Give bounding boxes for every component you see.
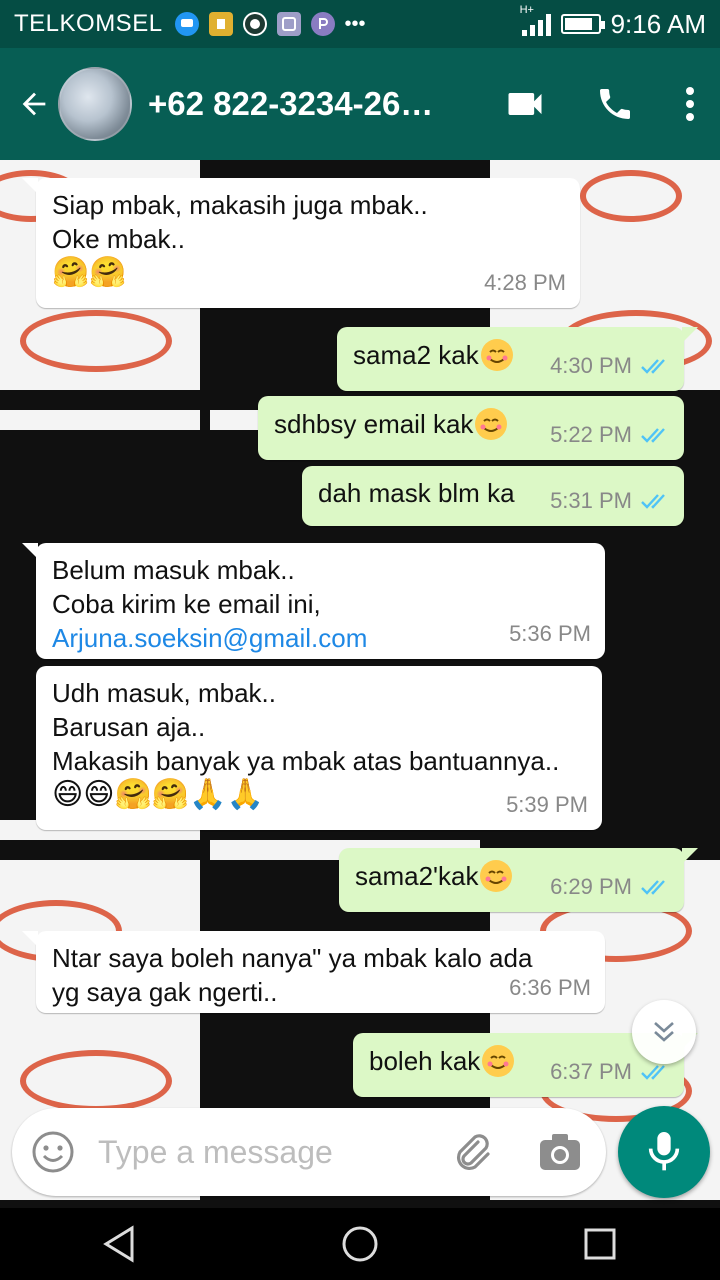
message-time: 6:29 PM bbox=[550, 874, 632, 899]
message-time: 4:30 PM bbox=[550, 353, 632, 378]
more-options-button[interactable] bbox=[660, 48, 720, 160]
double-check-read-icon bbox=[641, 494, 665, 509]
chat-area[interactable]: Siap mbak, makasih juga mbak.. Oke mbak.… bbox=[0, 160, 720, 1208]
camera-icon[interactable] bbox=[536, 1128, 584, 1176]
message-meta: 5:39 PM bbox=[506, 788, 588, 822]
carrier-name: TELKOMSEL bbox=[14, 10, 163, 37]
message-time: 5:22 PM bbox=[550, 422, 632, 447]
message-text: Coba kirim ke email ini, bbox=[52, 589, 321, 619]
smiling-face-icon bbox=[482, 1045, 515, 1077]
message-bubble-outgoing[interactable]: sdhbsy email kak 5:22 PM bbox=[258, 396, 684, 460]
message-meta: 4:30 PM bbox=[550, 349, 670, 383]
message-text: Siap mbak, makasih juga mbak.. bbox=[52, 190, 428, 220]
double-chevron-down-icon bbox=[654, 1022, 674, 1042]
message-time: 4:28 PM bbox=[484, 270, 566, 295]
message-text: sdhbsy email kak bbox=[274, 409, 474, 439]
message-text: Udh masuk, mbak.. bbox=[52, 678, 276, 708]
more-notifications-icon: ••• bbox=[344, 12, 366, 35]
double-check-read-icon bbox=[641, 359, 665, 374]
double-check-read-icon bbox=[641, 1065, 665, 1080]
message-text: Makasih banyak ya mbak atas bantuannya.. bbox=[52, 746, 560, 776]
message-time: 5:36 PM bbox=[509, 621, 591, 646]
more-vert-icon bbox=[686, 87, 694, 121]
message-bubble-incoming[interactable]: Ntar saya boleh nanya" ya mbak kalo ada … bbox=[22, 931, 605, 1013]
microphone-icon bbox=[648, 1132, 680, 1171]
video-call-button[interactable] bbox=[480, 48, 570, 160]
message-bubble-outgoing[interactable]: dah mask blm ka 5:31 PM bbox=[302, 466, 684, 526]
app-notification-icon bbox=[208, 12, 233, 36]
message-meta: 4:28 PM bbox=[484, 266, 566, 300]
message-text: Ntar saya boleh nanya" ya mbak kalo ada bbox=[52, 943, 533, 973]
message-bubble-incoming[interactable]: Siap mbak, makasih juga mbak.. Oke mbak.… bbox=[22, 178, 580, 308]
triangle-back-icon bbox=[103, 1225, 134, 1263]
smiling-face-icon bbox=[480, 339, 513, 371]
message-text: boleh kak bbox=[369, 1046, 481, 1076]
message-meta: 5:36 PM bbox=[509, 617, 591, 651]
battery-icon bbox=[560, 14, 605, 34]
phone-icon bbox=[600, 89, 630, 119]
scroll-to-bottom-button[interactable] bbox=[632, 1000, 696, 1064]
nav-recents-button[interactable] bbox=[560, 1208, 640, 1280]
clock: 9:16 AM bbox=[610, 8, 706, 39]
emoji-icon[interactable] bbox=[30, 1129, 76, 1175]
network-type-label: H+ bbox=[519, 4, 534, 16]
message-text: Oke mbak.. bbox=[52, 224, 185, 254]
message-time: 5:31 PM bbox=[550, 488, 632, 513]
message-bubble-incoming[interactable]: Belum masuk mbak.. Coba kirim ke email i… bbox=[22, 543, 605, 659]
message-text: Belum masuk mbak.. bbox=[52, 555, 295, 585]
message-time: 6:37 PM bbox=[550, 1059, 632, 1084]
arrow-left-icon bbox=[22, 92, 46, 116]
signal-icon: H+ bbox=[520, 4, 551, 36]
message-meta: 5:31 PM bbox=[550, 484, 670, 518]
smiling-face-icon bbox=[475, 408, 508, 440]
wallpaper-swirl bbox=[20, 310, 172, 372]
message-input[interactable] bbox=[96, 1132, 420, 1172]
p-app-notification-icon bbox=[310, 12, 335, 36]
back-button[interactable] bbox=[14, 84, 54, 124]
status-right: H+ 9:16 AM bbox=[520, 0, 706, 48]
paperclip-icon[interactable] bbox=[448, 1128, 496, 1176]
message-meta: 6:29 PM bbox=[550, 870, 670, 904]
contact-avatar[interactable] bbox=[58, 67, 132, 141]
message-bubble-incoming[interactable]: Udh masuk, mbak.. Barusan aja.. Makasih … bbox=[36, 666, 602, 830]
message-text: sama2 kak bbox=[353, 340, 479, 370]
message-meta: 5:22 PM bbox=[550, 418, 670, 452]
message-time: 6:36 PM bbox=[509, 975, 591, 1000]
status-bar: TELKOMSEL ••• H+ 9:16 AM bbox=[0, 0, 720, 48]
gallery-notification-icon bbox=[276, 12, 301, 36]
smiling-face-icon bbox=[480, 860, 513, 892]
battery-fill bbox=[564, 18, 592, 30]
nav-back-button[interactable] bbox=[80, 1208, 160, 1280]
wallpaper-panel bbox=[0, 410, 200, 430]
voice-record-button[interactable] bbox=[618, 1106, 710, 1198]
chat-header: +62 822-3234-26… bbox=[0, 48, 720, 160]
message-text: Barusan aja.. bbox=[52, 712, 206, 742]
message-meta: 6:36 PM bbox=[509, 971, 591, 1005]
message-text: sama2'kak bbox=[355, 861, 479, 891]
starbucks-icon bbox=[242, 12, 267, 36]
voice-call-button[interactable] bbox=[570, 48, 660, 160]
notification-icons: ••• bbox=[174, 12, 366, 36]
header-actions bbox=[480, 48, 720, 160]
video-camera-icon bbox=[508, 93, 542, 115]
wallpaper-swirl bbox=[20, 1050, 172, 1112]
message-time: 5:39 PM bbox=[506, 792, 588, 817]
contact-name[interactable]: +62 822-3234-26… bbox=[148, 85, 448, 123]
message-bubble-outgoing[interactable]: sama2 kak 4:30 PM bbox=[337, 327, 698, 391]
double-check-read-icon bbox=[641, 880, 665, 895]
message-composer bbox=[12, 1108, 606, 1196]
circle-home-icon bbox=[342, 1226, 378, 1262]
square-recents-icon bbox=[584, 1228, 616, 1260]
nav-home-button[interactable] bbox=[320, 1208, 400, 1280]
double-check-read-icon bbox=[641, 428, 665, 443]
wallpaper-swirl bbox=[580, 170, 682, 222]
message-notification-icon bbox=[174, 12, 199, 36]
message-bubble-outgoing[interactable]: sama2'kak 6:29 PM bbox=[339, 848, 698, 912]
system-navigation-bar bbox=[0, 1208, 720, 1280]
